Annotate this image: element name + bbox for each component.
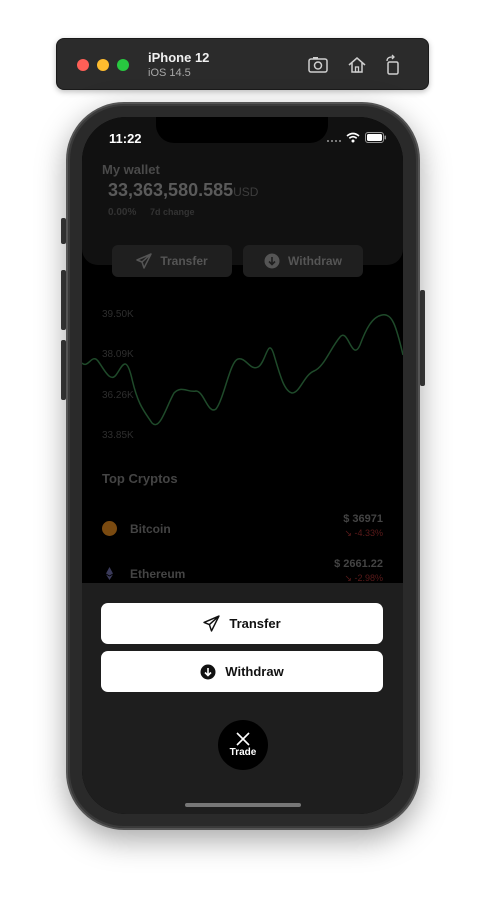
wallet-balance: 33,363,580.585USD <box>108 180 258 201</box>
signal-icon <box>327 139 341 142</box>
close-icon <box>236 732 250 746</box>
background-transfer-label: Transfer <box>160 254 208 268</box>
device-name: iPhone 12 <box>148 50 210 65</box>
trade-close-button[interactable]: Trade <box>218 720 268 770</box>
crypto-price: $ 36971 <box>343 513 383 525</box>
rotate-icon[interactable] <box>382 54 404 76</box>
background-transfer-button: Transfer <box>112 245 232 277</box>
notch <box>156 117 328 143</box>
transfer-label: Transfer <box>229 616 281 631</box>
minimize-window-button[interactable] <box>97 59 109 71</box>
wallet-balance-value: 33,363,580.585 <box>108 180 234 200</box>
send-icon <box>136 253 153 269</box>
screenshot-icon[interactable] <box>307 54 329 76</box>
os-version: iOS 14.5 <box>148 67 191 79</box>
home-icon[interactable] <box>346 54 368 76</box>
wallet-label: My wallet <box>102 162 160 177</box>
simulator-title-bar: iPhone 12 iOS 14.5 <box>56 38 429 90</box>
ethereum-icon <box>106 567 113 580</box>
crypto-name: Ethereum <box>130 567 186 581</box>
crypto-price: $ 2661.22 <box>334 558 383 570</box>
wallet-change-label: 7d change <box>150 207 195 217</box>
status-time: 11:22 <box>109 131 142 146</box>
wifi-icon <box>346 132 360 143</box>
price-chart <box>82 314 403 426</box>
download-circle-icon <box>264 253 280 269</box>
wallet-currency: USD <box>233 185 259 199</box>
crypto-row-bitcoin: Bitcoin $ 36971 ↘ -4.33% <box>82 513 403 553</box>
crypto-change: ↘ -4.33% <box>344 528 383 538</box>
trade-label: Trade <box>229 747 257 758</box>
background-withdraw-label: Withdraw <box>288 254 342 268</box>
battery-icon <box>365 132 386 143</box>
transfer-button[interactable]: Transfer <box>101 603 383 644</box>
status-icons <box>327 132 387 143</box>
withdraw-label: Withdraw <box>225 664 284 679</box>
home-indicator[interactable] <box>185 803 301 807</box>
top-cryptos-title: Top Cryptos <box>102 471 178 486</box>
wallet-change: 0.00% <box>108 207 137 218</box>
close-window-button[interactable] <box>77 59 89 71</box>
phone-screen: My wallet 33,363,580.585USD 0.00% 7d cha… <box>82 117 403 814</box>
background-withdraw-button: Withdraw <box>243 245 363 277</box>
send-icon <box>203 615 221 632</box>
withdraw-button[interactable]: Withdraw <box>101 651 383 692</box>
download-circle-icon <box>200 664 216 679</box>
crypto-name: Bitcoin <box>130 522 171 536</box>
trade-action-sheet: Transfer Withdraw Trade <box>82 583 403 814</box>
price-chart-line <box>82 314 403 426</box>
power-button <box>420 290 425 386</box>
zoom-window-button[interactable] <box>117 59 129 71</box>
bitcoin-icon <box>102 521 117 536</box>
